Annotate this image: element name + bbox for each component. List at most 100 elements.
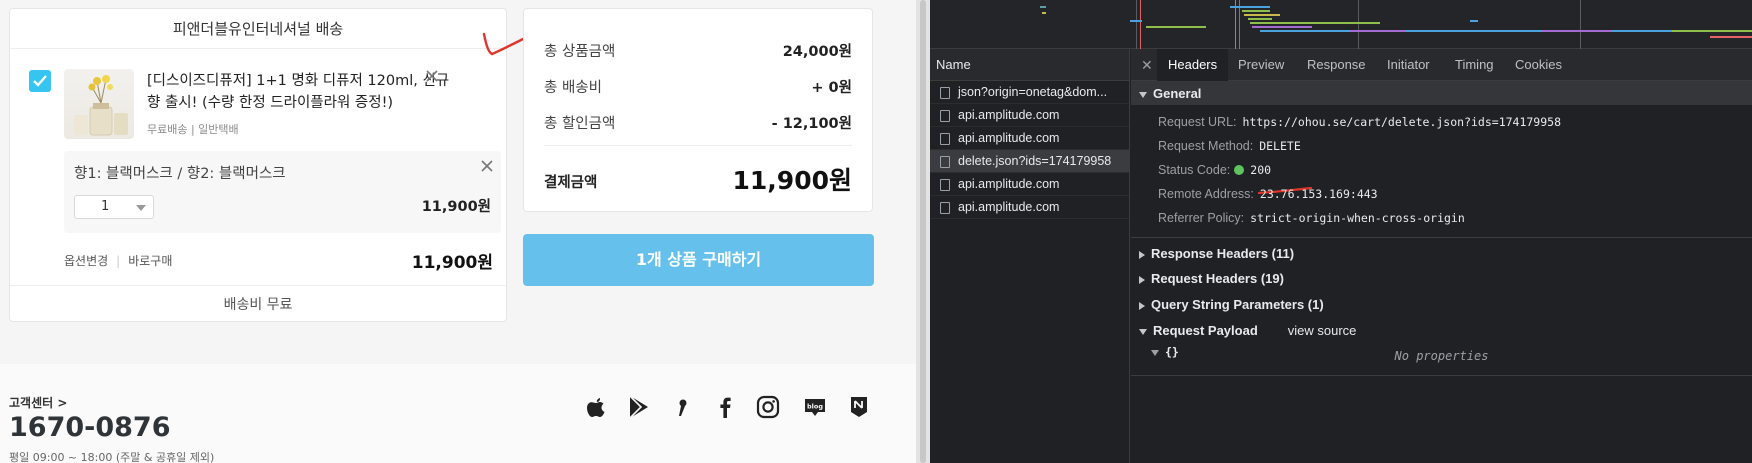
tab-cookies[interactable]: Cookies [1515,49,1562,81]
query-params-toggle[interactable]: Query String Parameters (1) [1139,297,1752,312]
timeline-bar [1672,30,1752,32]
summary-label: 총 상품금액 [544,44,616,60]
option-price: 11,900원 [421,199,491,215]
request-row[interactable]: api.amplitude.com [930,127,1129,150]
pane-divider[interactable] [916,0,930,463]
tab-timing[interactable]: Timing [1455,49,1494,81]
blog-icon[interactable]: blog [802,394,828,420]
apple-icon[interactable] [583,394,609,420]
timeline-bar [1040,6,1046,8]
request-method-value[interactable]: DELETE [1259,139,1301,153]
request-url-row: Request URL: https://ohou.se/cart/delete.… [1158,115,1561,129]
order-summary: 총 상품금액 24,000원 총 배송비 + 0원 총 할인금액 - 12,10… [523,8,873,212]
shipping-fee: 배송비 무료 [10,285,506,323]
timeline-tick [1358,0,1359,49]
request-payload-toggle[interactable]: Request Payload view source [1139,323,1752,338]
tab-preview[interactable]: Preview [1238,49,1284,81]
request-row[interactable]: api.amplitude.com [930,196,1129,219]
remove-item-button[interactable] [423,67,441,85]
view-source-link[interactable]: view source [1288,323,1357,338]
request-list: Name json?origin=onetag&dom... api.ampli… [930,49,1130,463]
customer-center-hours: 평일 09:00 ~ 18:00 (주말 & 공휴일 제외) [9,451,215,463]
timeline-bar [1146,26,1206,28]
tab-initiator[interactable]: Initiator [1387,49,1430,81]
tab-headers[interactable]: Headers [1157,49,1229,81]
section-title: General [1153,86,1202,101]
summary-row-shipping: 총 배송비 + 0원 [544,76,852,97]
item-checkbox[interactable] [29,70,51,92]
instagram-icon[interactable] [755,394,781,420]
timeline-load-marker [1140,0,1141,49]
buy-now-link[interactable]: 바로구매 [128,254,172,268]
remove-option-button[interactable] [478,157,496,175]
purchase-button[interactable]: 1개 상품 구매하기 [523,234,874,286]
network-overview-timeline[interactable] [930,0,1752,49]
no-properties-text: No properties [1394,349,1489,363]
referrer-policy-value[interactable]: strict-origin-when-cross-origin [1250,211,1465,225]
timeline-tick [1580,0,1581,49]
scrollbar-thumb[interactable] [920,0,926,463]
footer: 고객센터 > 1670-0876 평일 09:00 ~ 18:00 (주말 & … [0,364,916,463]
request-row[interactable]: api.amplitude.com [930,173,1129,196]
section-title: Query String Parameters (1) [1151,297,1324,312]
triangle-down-icon [1139,91,1147,98]
product-image [74,75,128,136]
divider: | [116,254,121,268]
document-icon [940,110,950,122]
general-section-toggle[interactable]: General [1139,86,1752,101]
tab-response[interactable]: Response [1307,49,1366,81]
detail-tabbar: ✕ Headers Preview Response Initiator Tim… [1131,49,1752,81]
field-label: Request Method: [1158,139,1254,153]
close-icon [426,70,438,82]
status-ok-icon [1234,165,1245,175]
request-row-selected[interactable]: delete.json?ids=174179958 [930,150,1129,173]
section-title: Request Payload [1153,323,1258,338]
request-name: delete.json?ids=174179958 [958,154,1112,168]
status-code-value[interactable]: 200 [1250,163,1271,177]
remote-address-value[interactable]: 23.76.153.169:443 [1260,187,1378,201]
section-title: Response Headers (11) [1151,246,1295,261]
request-url-value[interactable]: https://ohou.se/cart/delete.json?ids=174… [1243,115,1562,129]
request-headers-toggle[interactable]: Request Headers (19) [1139,271,1752,286]
summary-value: 24,000원 [782,44,852,60]
customer-center-phone: 1670-0876 [9,412,171,443]
request-name: json?origin=onetag&dom... [958,85,1108,99]
document-icon [940,87,950,99]
devtools-network-panel: Name json?origin=onetag&dom... api.ampli… [930,0,1752,463]
shipping-meta: 무료배송 | 일반택배 [147,123,239,136]
section-title: Request Headers (19) [1151,271,1284,286]
customer-center-link[interactable]: 고객센터 > [9,394,67,411]
kakao-story-icon[interactable] [669,394,695,420]
field-label: Request URL: [1158,115,1237,129]
request-row[interactable]: json?origin=onetag&dom... [930,81,1129,104]
change-option-link[interactable]: 옵션변경 [64,254,108,268]
request-row[interactable]: api.amplitude.com [930,104,1129,127]
naver-post-icon[interactable] [846,394,872,420]
name-column-header[interactable]: Name [930,49,1129,81]
payment-label: 결제금액 [544,175,598,191]
facebook-icon[interactable] [712,394,738,420]
close-icon [481,160,493,172]
chevron-down-icon [136,205,146,211]
summary-label: 총 배송비 [544,80,602,96]
timeline-bar [1710,36,1752,38]
close-icon[interactable]: ✕ [1141,57,1153,74]
request-name: api.amplitude.com [958,177,1060,191]
timeline-bar [1470,20,1478,22]
referrer-policy-row: Referrer Policy: strict-origin-when-cross… [1158,211,1465,225]
quantity-select[interactable]: 1 [74,195,154,219]
product-name[interactable]: [디스이즈디퓨저] 1+1 명화 디퓨저 120ml, 신규향 출시! (수량 … [147,70,457,114]
timeline-bar [1042,12,1046,14]
request-method-row: Request Method: DELETE [1158,139,1301,153]
remote-address-row: Remote Address: 23.76.153.169:443 [1158,187,1378,201]
request-detail: ✕ Headers Preview Response Initiator Tim… [1131,49,1752,463]
timeline-bar [1430,30,1542,32]
google-play-icon[interactable] [626,394,652,420]
summary-row-discount: 총 할인금액 - 12,100원 [544,112,852,133]
response-headers-toggle[interactable]: Response Headers (11) [1139,246,1752,261]
timeline-bar [1130,20,1142,22]
item-total-price: 11,900원 [411,253,493,273]
product-thumbnail[interactable] [64,69,134,139]
timeline-bar [1244,14,1280,16]
request-name: api.amplitude.com [958,108,1060,122]
